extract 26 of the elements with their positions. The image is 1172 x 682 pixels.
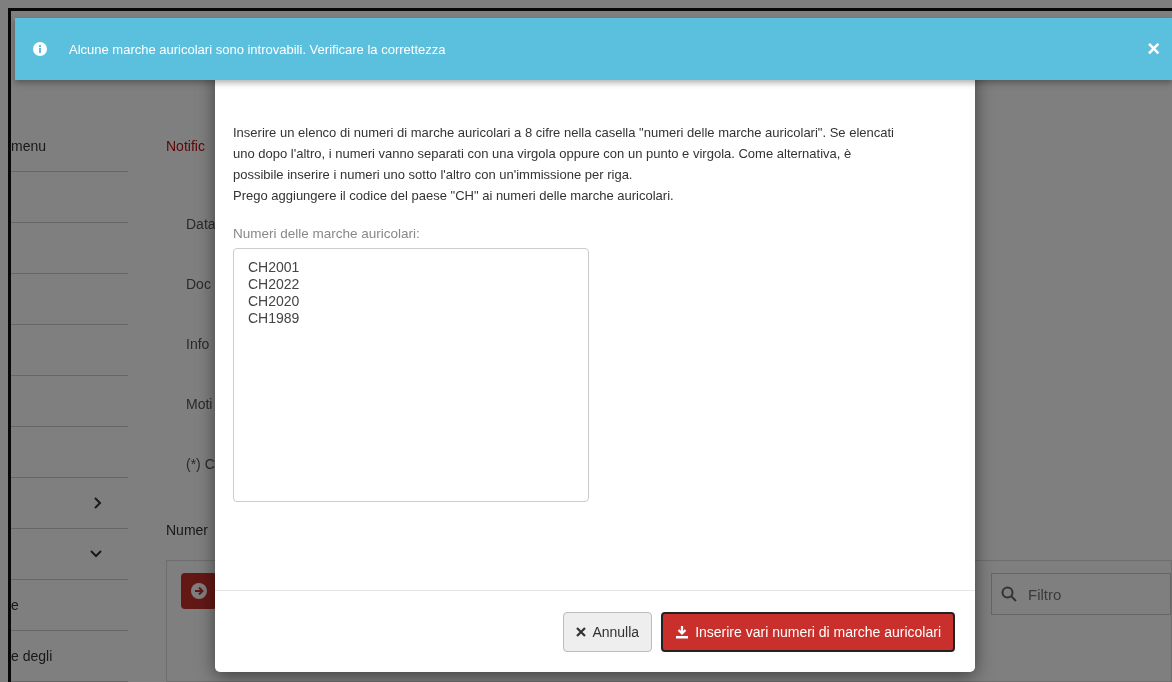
search-icon — [1001, 586, 1017, 602]
info-icon — [33, 42, 47, 56]
field-label: Doc — [186, 276, 211, 292]
filter-field[interactable]: Filtro — [991, 573, 1171, 615]
instruction-text: Prego aggiungere il codice del paese "CH" ai numeri delle marche auricolari. — [233, 187, 675, 205]
insert-button[interactable]: Inserire vari numeri di marche auricolari — [661, 611, 955, 652]
page-heading: Notific — [166, 138, 205, 154]
chevron-right-icon — [93, 497, 102, 509]
alert-message: Alcune marche auricolari sono introvabili. Verificare la correttezza — [69, 41, 447, 57]
chevron-down-icon — [90, 550, 102, 558]
cancel-button[interactable]: Annulla — [563, 611, 653, 652]
field-label: Info — [186, 336, 210, 352]
close-icon — [576, 626, 587, 637]
sidebar-item[interactable]: e — [11, 597, 19, 613]
ear-tag-numbers-field[interactable]: CH2001 CH2022 CH2020 CH1989 — [233, 248, 589, 502]
arrow-circle-icon — [190, 582, 208, 600]
required-note: (*) C — [186, 456, 215, 472]
field-label: Numeri delle marche auricolari: — [233, 226, 421, 241]
sidebar-item[interactable]: menu — [11, 138, 47, 154]
section-title: Numer — [166, 522, 208, 538]
sidebar-item[interactable]: e degli — [11, 648, 53, 664]
add-button[interactable] — [181, 573, 217, 609]
field-label: Moti — [186, 396, 213, 412]
field-label: Data — [186, 216, 216, 232]
download-icon — [675, 624, 690, 639]
instruction-text: Inserire un elenco di numeri di marche auricolari a 8 cifre nella casella "numeri delle marche auricolari". Se elencati uno dopo l'altro, i numeri vanno separati con una virgola oppure con un punto e virgola. Come alternativa, è possibile inserire i numeri uno sotto l'altro con un'immissione per riga. — [233, 124, 895, 184]
